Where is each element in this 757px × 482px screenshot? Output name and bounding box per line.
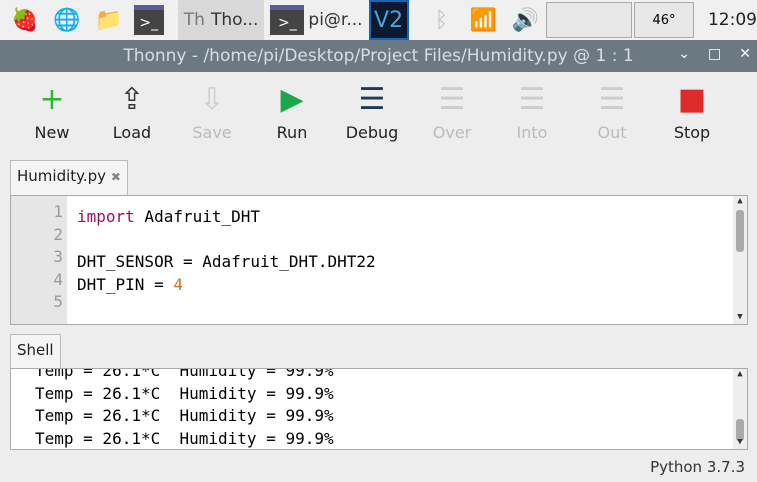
browser-globe-icon[interactable]: 🌐 xyxy=(50,3,84,37)
toolbar-label: Over xyxy=(432,123,472,142)
out-button[interactable]: ☰ Out xyxy=(572,73,652,161)
code-line: DHT_SENSOR = Adafruit_DHT.DHT22 xyxy=(77,252,376,271)
terminal-icon: >_ xyxy=(270,5,305,35)
toolbar-label: Run xyxy=(276,123,308,142)
line-number: 2 xyxy=(53,224,63,244)
interpreter-status[interactable]: Python 3.7.3 xyxy=(650,458,745,476)
window-title: Thonny - /home/pi/Desktop/Project Files/… xyxy=(123,46,634,66)
into-button[interactable]: ☰ Into xyxy=(492,73,572,161)
code-editor[interactable]: 1 2 3 4 5 import Adafruit_DHT DHT_SENSOR = Ad… xyxy=(10,195,748,325)
toolbar-label: Out xyxy=(597,123,627,142)
run-icon: ▶ xyxy=(280,81,304,117)
file-manager-folder-icon[interactable]: 📁 xyxy=(92,3,126,37)
stop-button[interactable]: ■ Stop xyxy=(652,73,732,161)
window-titlebar: Thonny - /home/pi/Desktop/Project Files/… xyxy=(0,40,757,72)
thonny-icon: Th xyxy=(183,10,205,30)
toolbar-label: Into xyxy=(516,123,548,142)
tab-close-icon[interactable]: ✖ xyxy=(111,170,121,184)
vnc-icon[interactable]: V2 xyxy=(368,0,409,40)
cpu-monitor xyxy=(546,2,633,38)
taskbar: 🍓 🌐 📁 >_ Th Tho... >_ pi@r... V2 ᛒ 📶 🔊 46°… xyxy=(0,0,757,40)
code-line: import Adafruit_DHT xyxy=(77,207,261,226)
new-icon: + xyxy=(39,81,65,117)
wifi-icon[interactable]: 📶 xyxy=(466,3,500,37)
raspberry-menu-icon[interactable]: 🍓 xyxy=(8,3,42,37)
load-button[interactable]: ⇪ Load xyxy=(92,73,172,161)
toolbar-label: Save xyxy=(192,123,232,142)
close-icon[interactable]: ✕ xyxy=(739,46,751,62)
toolbar: + New ⇪ Load ⇩ Save ▶ Run ☰ Debug ☰ Over ☰ Into ☰ Out ■ S… xyxy=(0,73,757,161)
line-number: 1 xyxy=(53,202,63,221)
save-icon: ⇩ xyxy=(199,81,225,117)
clock[interactable]: 12:09 xyxy=(708,10,757,30)
volume-icon[interactable]: 🔊 xyxy=(508,3,542,37)
toolbar-label: Load xyxy=(112,123,152,142)
maximize-icon[interactable]: □ xyxy=(708,46,721,62)
terminal-launcher-icon[interactable]: >_ xyxy=(133,3,168,37)
temp-monitor: 46° xyxy=(634,2,694,38)
shell-output[interactable]: Temp = 26.1*C Humidity = 99.9% Temp = 26.… xyxy=(10,368,748,450)
minimize-icon[interactable]: ⌄ xyxy=(678,46,690,62)
line-number: 3 xyxy=(53,247,63,266)
shell-line: Temp = 26.1*C Humidity = 99.9% xyxy=(35,368,334,380)
tab-shell[interactable]: Shell xyxy=(10,334,61,369)
tab-humidity-py[interactable]: Humidity.py ✖ xyxy=(10,160,128,196)
task-thonny[interactable]: Th Tho... xyxy=(177,0,265,40)
run-button[interactable]: ▶ Run xyxy=(252,73,332,161)
save-button[interactable]: ⇩ Save xyxy=(172,73,252,161)
toolbar-label: Debug xyxy=(345,123,399,142)
new-button[interactable]: + New xyxy=(12,73,92,161)
load-icon: ⇪ xyxy=(119,81,145,117)
over-button[interactable]: ☰ Over xyxy=(412,73,492,161)
stop-icon: ■ xyxy=(677,81,707,117)
line-number: 5 xyxy=(53,292,63,311)
editor-scrollbar[interactable]: ▲ ▼ xyxy=(733,196,747,324)
shell-line: Temp = 26.1*C Humidity = 99.9% xyxy=(35,428,334,448)
shell-line: Temp = 26.1*C Humidity = 99.9% xyxy=(35,383,334,403)
shell-scrollbar[interactable]: ▲ ▼ xyxy=(733,369,747,449)
debug-icon: ☰ xyxy=(358,81,386,117)
into-icon: ☰ xyxy=(518,81,546,117)
code-line: DHT_PIN = 4 xyxy=(77,274,183,294)
line-numbers: 1 2 3 4 5 xyxy=(11,196,67,324)
toolbar-label: New xyxy=(34,123,70,142)
out-icon: ☰ xyxy=(598,81,626,117)
line-number: 4 xyxy=(53,269,63,289)
bluetooth-icon[interactable]: ᛒ xyxy=(425,3,459,37)
over-icon: ☰ xyxy=(438,81,466,117)
shell-line: Temp = 26.1*C Humidity = 99.9% xyxy=(35,406,334,425)
debug-button[interactable]: ☰ Debug xyxy=(332,73,412,161)
toolbar-label: Stop xyxy=(673,123,711,142)
task-terminal[interactable]: >_ pi@r... xyxy=(264,0,368,40)
